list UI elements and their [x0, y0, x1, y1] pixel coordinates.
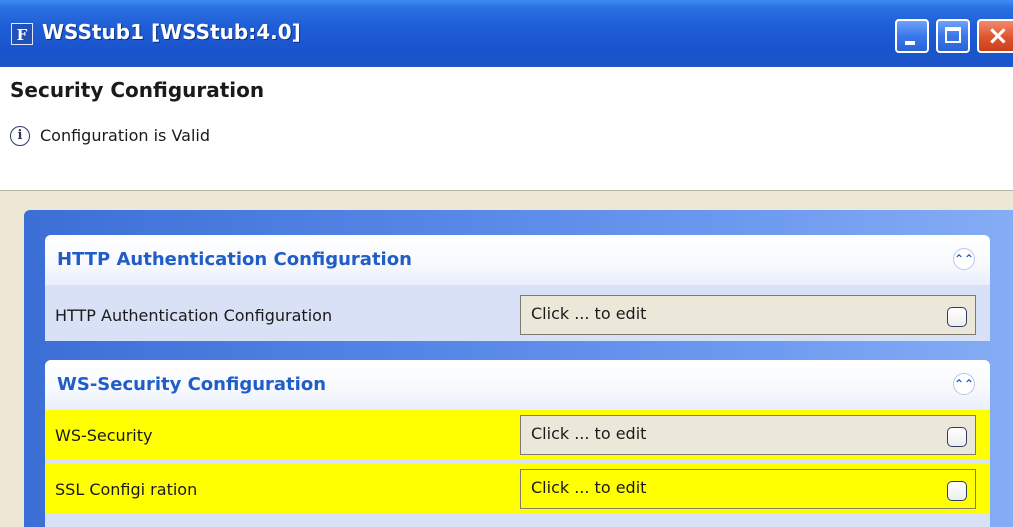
config-row: WS-Security Click ... to edit [45, 410, 990, 460]
section-header[interactable]: HTTP Authentication Configuration ⌃⌃ [45, 235, 990, 285]
ws-security-section: WS-Security Configuration ⌃⌃ WS-Security… [45, 360, 990, 527]
chevron-double-up-icon[interactable]: ⌃⌃ [953, 373, 975, 395]
edit-field-text: Click ... to edit [531, 304, 647, 323]
section-header[interactable]: WS-Security Configuration ⌃⌃ [45, 360, 990, 410]
edit-field[interactable]: Click ... to edit [520, 415, 976, 455]
minimize-button[interactable] [895, 19, 929, 53]
title-bar[interactable]: F WSStub1 [WSStub:4.0] × [0, 0, 1013, 67]
edit-field[interactable]: Click ... to edit [520, 295, 976, 335]
close-button[interactable]: × [977, 19, 1013, 53]
chevron-double-up-icon[interactable]: ⌃⌃ [953, 248, 975, 270]
edit-field[interactable]: Click ... to edit [520, 469, 976, 509]
edit-field-text: Click ... to edit [531, 424, 647, 443]
ellipsis-edit-button[interactable] [947, 481, 967, 501]
app-icon: F [11, 23, 33, 45]
http-auth-section: HTTP Authentication Configuration ⌃⌃ HTT… [45, 235, 990, 341]
validation-status: Configuration is Valid [40, 126, 211, 145]
section-title: HTTP Authentication Configuration [57, 249, 412, 270]
row-label: SSL Configi ration [55, 480, 198, 499]
row-label: WS-Security [55, 426, 153, 445]
edit-field-text: Click ... to edit [531, 478, 647, 497]
page-title: Security Configuration [10, 78, 265, 102]
config-row: HTTP Authentication Configuration Click … [45, 290, 990, 340]
window-title: WSStub1 [WSStub:4.0] [42, 20, 301, 44]
maximize-button[interactable] [936, 19, 970, 53]
config-row: SSL Configi ration Click ... to edit [45, 464, 990, 514]
info-icon: i [10, 126, 30, 146]
ellipsis-edit-button[interactable] [947, 307, 967, 327]
section-title: WS-Security Configuration [57, 374, 327, 395]
row-label: HTTP Authentication Configuration [55, 306, 333, 325]
close-icon: × [987, 21, 1009, 51]
ellipsis-edit-button[interactable] [947, 427, 967, 447]
